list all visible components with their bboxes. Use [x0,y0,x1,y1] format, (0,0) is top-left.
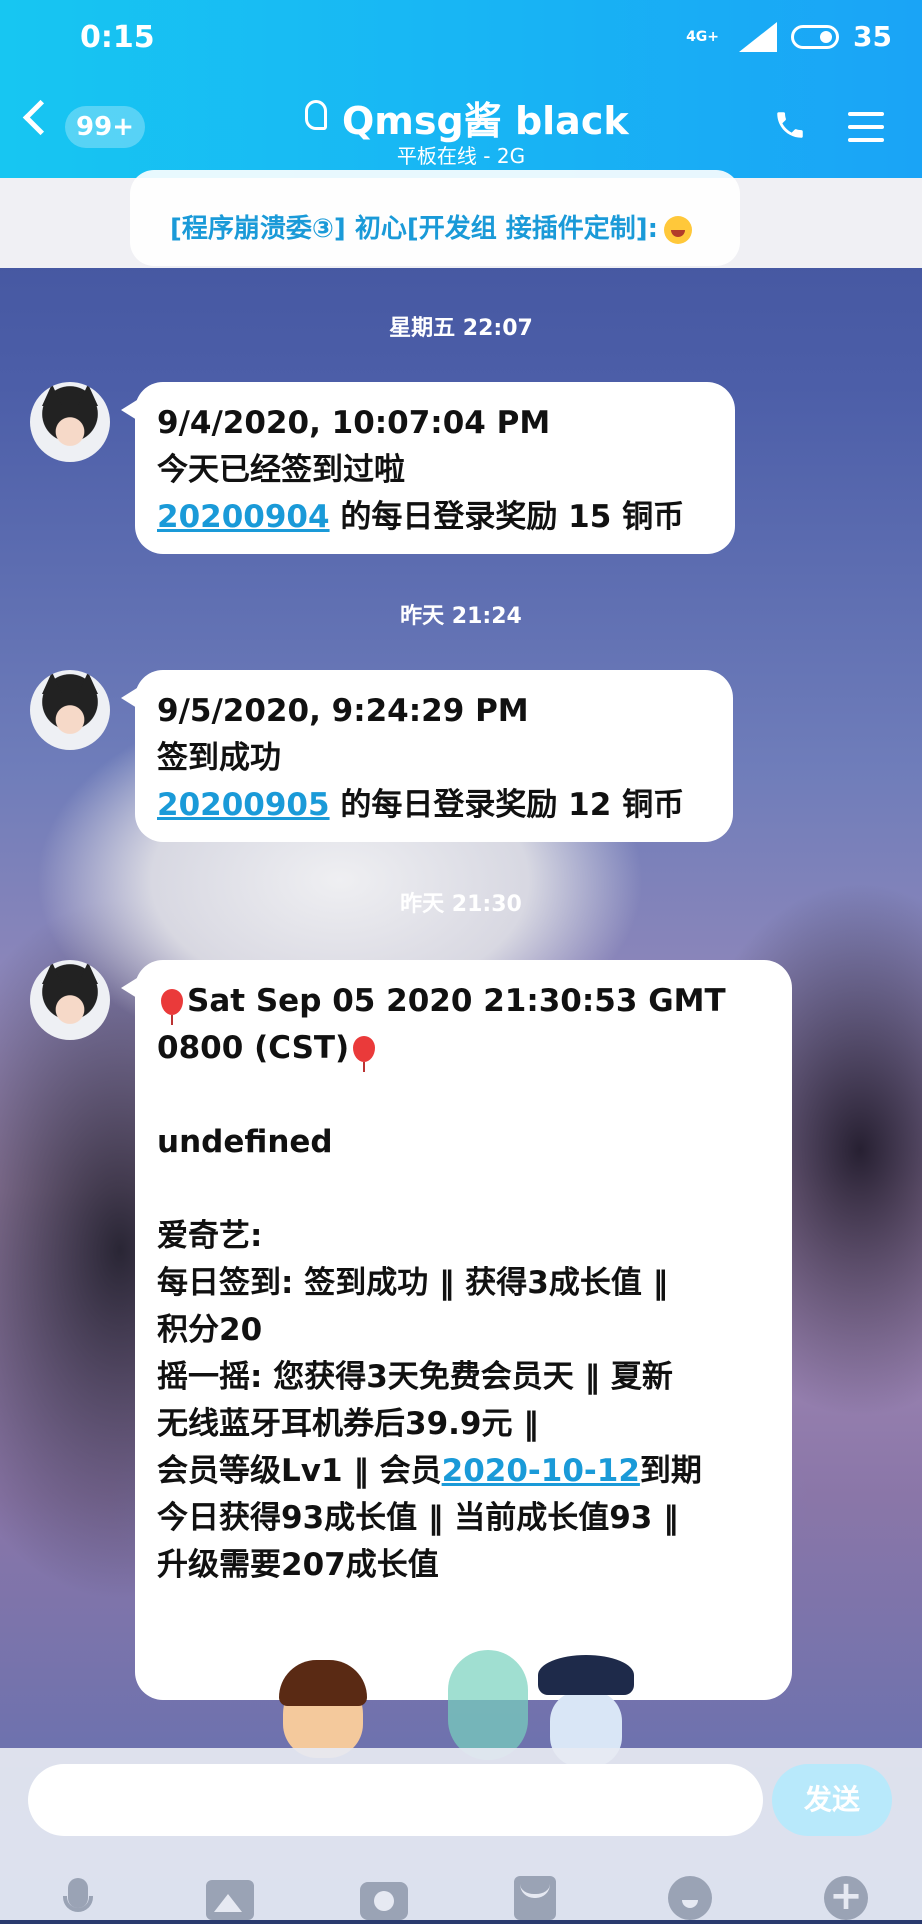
message-line: 积分20 [157,1312,263,1348]
message-line: 每日签到: 签到成功 ‖ 获得3成长值 ‖ [157,1265,669,1301]
message-input[interactable] [28,1764,763,1836]
input-bar: 发送 + [0,1748,922,1920]
balloon-icon [161,989,183,1025]
chat-title[interactable]: Qmsg酱 black [342,90,629,145]
network-label: 4G+ [686,28,720,45]
balloon-icon [353,1036,376,1072]
message-line: 会员等级Lv1 ‖ 会员2020-10-12到期 [157,1453,702,1489]
message-line: undefined [157,1124,333,1160]
date-link[interactable]: 20200904 [157,499,330,535]
message-line: 20200905 的每日登录奖励 12 铜币 [157,787,685,823]
message-line: 今日获得93成长值 ‖ 当前成长值93 ‖ [157,1500,679,1536]
message-bubble[interactable]: 9/5/2020, 9:24:29 PM 签到成功 20200905 的每日登录… [121,670,733,842]
message-timestamp: 昨天 21:30 [400,892,522,917]
laughing-emoji-icon [664,215,693,244]
message-timestamp: 昨天 21:24 [400,604,522,629]
camera-icon[interactable] [360,1882,408,1920]
message-line: 爱奇艺: [157,1218,263,1254]
message-line: 0800 (CST) [157,1025,770,1072]
dragon-sticker[interactable] [448,1650,528,1760]
phone-icon[interactable] [773,108,807,142]
message-line: 无线蓝牙耳机券后39.9元 ‖ [157,1406,539,1442]
emoji-icon[interactable] [668,1876,712,1920]
bubble-tail [121,688,137,708]
battery-icon [791,24,840,49]
message-line: Sat Sep 05 2020 21:30:53 GMT [157,978,770,1025]
status-indicators: 4G+ 35 [686,20,892,53]
message-timestamp: 星期五 22:07 [389,316,533,341]
chat-subtitle: 平板在线 - 2G [396,144,526,168]
message-line: 签到成功 [157,740,281,776]
message-line: 升级需要207成长值 [157,1547,439,1583]
avatar[interactable] [30,960,110,1040]
ear-icon [305,100,327,130]
top-header: 0:15 4G+ 35 99+ Qmsg酱 black 平板在线 - 2G [0,0,922,178]
message-bubble[interactable]: Sat Sep 05 2020 21:30:53 GMT 0800 (CST) … [121,960,792,1700]
bubble-tail [121,978,137,998]
menu-icon[interactable] [848,112,884,142]
back-chevron-icon[interactable] [22,99,59,136]
pinned-message-strip[interactable]: [程序崩溃委③] 初心[开发组 接插件定制]: [0,170,922,268]
send-button[interactable]: 发送 [772,1764,892,1836]
image-icon[interactable] [206,1880,254,1920]
message-line: 今天已经签到过啦 [157,452,405,488]
message-line: 9/5/2020, 9:24:29 PM [157,693,529,729]
signal-icon [733,21,778,52]
expiry-date-link[interactable]: 2020-10-12 [442,1453,640,1489]
message-line: 摇一摇: 您获得3天免费会员天 ‖ 夏新 [157,1359,673,1395]
plus-icon[interactable]: + [824,1876,868,1920]
status-time: 0:15 [80,20,155,55]
message-line: 20200904 的每日登录奖励 15 铜币 [157,499,685,535]
avatar[interactable] [30,382,110,462]
battery-level: 35 [853,20,892,53]
red-packet-icon[interactable] [514,1876,556,1920]
avatar[interactable] [30,670,110,750]
date-link[interactable]: 20200905 [157,787,330,823]
message-line: 9/4/2020, 10:07:04 PM [157,405,551,441]
bubble-tail [121,400,137,420]
message-bubble[interactable]: 9/4/2020, 10:07:04 PM 今天已经签到过啦 20200904 … [121,382,735,554]
mic-icon[interactable] [55,1878,101,1924]
pinned-text: [程序崩溃委③] 初心[开发组 接插件定制]: [170,208,693,245]
